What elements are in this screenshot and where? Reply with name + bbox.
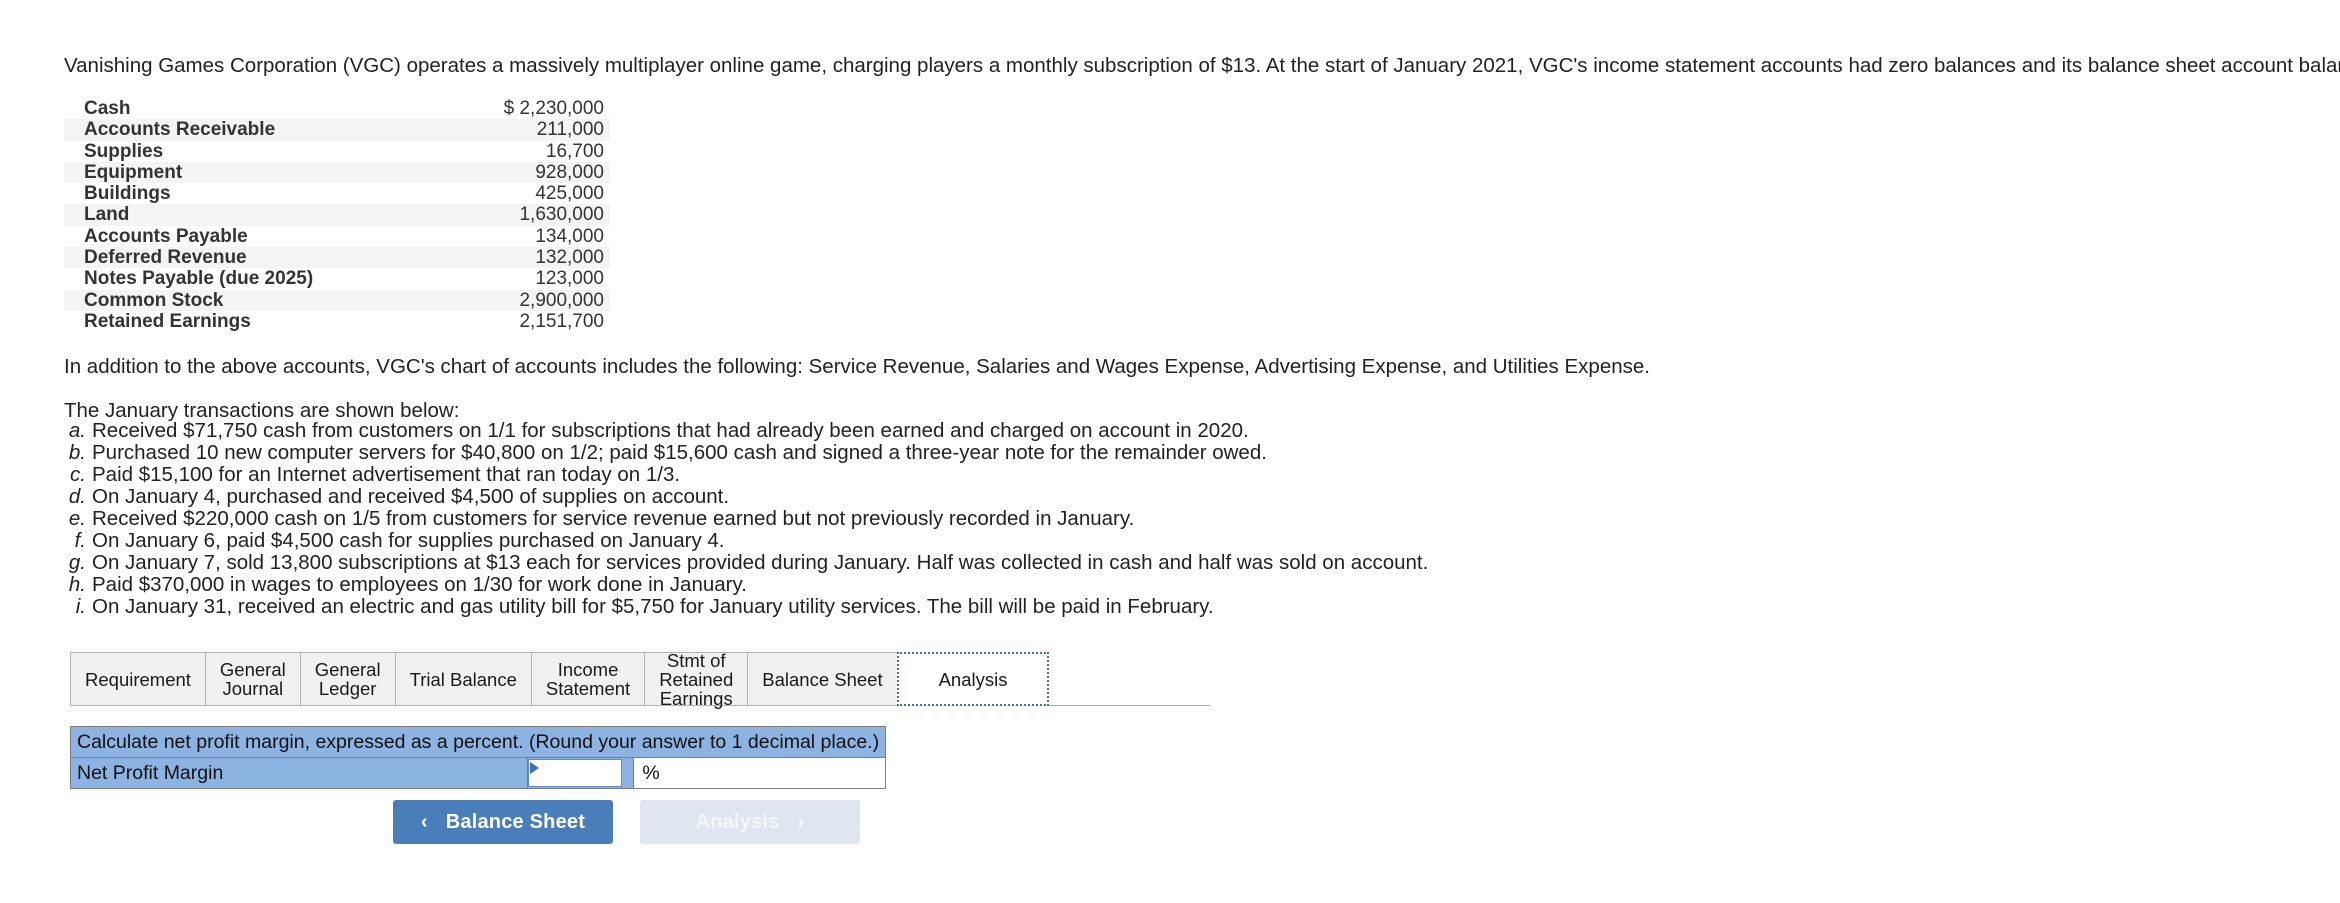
account-amount-cell: 134,000: [535, 225, 604, 247]
account-name-cell: Supplies: [84, 140, 164, 162]
transaction-text: On January 4, purchased and received $4,…: [92, 485, 730, 508]
account-name-cell: Accounts Receivable: [64, 119, 414, 141]
list-item: i. On January 31, received an electric an…: [64, 596, 1428, 618]
account-amount-cell: 2,151,700: [519, 310, 604, 332]
transaction-text: On January 31, received an electric and …: [92, 595, 1214, 618]
answer-prompt: Calculate net profit margin, expressed a…: [69, 726, 887, 758]
chevron-right-icon: ›: [797, 811, 805, 833]
prev-balance-sheet-button[interactable]: ‹ Balance Sheet: [393, 800, 613, 844]
tab-general-journal[interactable]: General Journal: [204, 652, 300, 706]
account-name-cell: Accounts Payable: [84, 225, 248, 247]
transaction-label: f.: [74, 529, 86, 552]
transaction-label: a.: [68, 419, 86, 442]
tab-income-statement[interactable]: Income Statement: [530, 652, 645, 706]
account-balances-body: Cash $ 2,230,000 Accounts Receivable 211,00…: [64, 98, 610, 332]
next-button-label: Analysis: [695, 810, 780, 833]
account-name-cell: Common Stock: [64, 289, 414, 311]
tab-stmt-of-retained-earnings[interactable]: Stmt of Retained Earnings: [644, 651, 748, 708]
account-name-cell: Land: [64, 204, 414, 226]
net-profit-margin-input-cell[interactable]: [527, 757, 635, 789]
account-name-cell: Buildings: [84, 183, 171, 205]
table-row: Cash $ 2,230,000: [64, 98, 610, 119]
transaction-label: d.: [68, 485, 86, 508]
table-row: Land 1,630,000: [64, 204, 610, 226]
net-profit-margin-label: Net Profit Margin: [69, 757, 529, 789]
transaction-text: Received $71,750 cash from customers on …: [92, 419, 1249, 442]
account-amount-cell: 2,900,000: [414, 289, 610, 311]
net-profit-margin-input[interactable]: [528, 759, 623, 787]
account-name-cell: Notes Payable (due 2025): [84, 268, 314, 290]
account-name-cell: Deferred Revenue: [64, 247, 414, 269]
list-item: d. On January 4, purchased and received $…: [64, 486, 1428, 508]
prev-button-label: Balance Sheet: [445, 810, 586, 833]
transaction-label: h.: [68, 573, 86, 596]
transaction-text: On January 6, paid $4,500 cash for suppl…: [92, 529, 725, 552]
table-row: Notes Payable (due 2025) 123,000: [64, 268, 610, 289]
percent-unit-label: %: [633, 757, 887, 789]
answer-prompt-row: Calculate net profit margin, expressed a…: [69, 726, 887, 758]
transactions-list: a. Received $71,750 cash from customers o…: [64, 420, 1428, 618]
transaction-label: g.: [68, 551, 86, 574]
list-item: g. On January 7, sold 13,800 subscription…: [64, 552, 1428, 574]
transaction-label: i.: [75, 595, 86, 618]
account-amount-cell: 928,000: [414, 161, 610, 184]
account-balances-table: Cash $ 2,230,000 Accounts Receivable 211,00…: [64, 98, 610, 332]
table-row: Common Stock 2,900,000: [64, 289, 610, 311]
account-amount-cell: 1,630,000: [414, 204, 610, 226]
navigation-buttons: ‹ Balance Sheet Analysis ›: [393, 800, 860, 844]
table-row: Equipment 928,000: [64, 161, 610, 184]
account-amount-cell: 16,700: [545, 140, 604, 162]
chart-of-accounts-paragraph: In addition to the above accounts, VGC's…: [64, 355, 1650, 378]
intro-paragraph: Vanishing Games Corporation (VGC) operat…: [64, 54, 2340, 77]
list-item: h. Paid $370,000 in wages to employees on…: [64, 574, 1428, 596]
account-name-cell: Equipment: [64, 161, 414, 184]
tab-general-ledger[interactable]: General Ledger: [299, 652, 395, 706]
transaction-label: e.: [68, 507, 86, 530]
tab-strip-filler: [1049, 652, 1210, 706]
list-item: f. On January 6, paid $4,500 cash for sup…: [64, 530, 1428, 552]
transaction-text: Purchased 10 new computer servers for $4…: [92, 441, 1267, 464]
list-item: e. Received $220,000 cash on 1/5 from cus…: [64, 508, 1428, 530]
tab-row: Requirement General Journal General Ledger…: [70, 651, 1210, 708]
table-row: Accounts Receivable 211,000: [64, 119, 610, 141]
chevron-left-icon: ‹: [420, 811, 428, 833]
account-amount-cell: 211,000: [414, 119, 610, 141]
tab-strip: Requirement General Journal General Ledger…: [70, 651, 1210, 708]
table-row: Buildings 425,000: [64, 183, 610, 204]
account-amount-cell: 123,000: [535, 268, 604, 290]
table-row: Supplies 16,700: [64, 141, 610, 162]
list-item: b. Purchased 10 new computer servers for …: [64, 442, 1428, 464]
worksheet-page: Vanishing Games Corporation (VGC) operat…: [0, 0, 2340, 903]
tab-trial-balance[interactable]: Trial Balance: [394, 652, 531, 706]
table-row: Retained Earnings 2,151,700: [64, 311, 610, 332]
list-item: c. Paid $15,100 for an Internet advertise…: [64, 464, 1428, 486]
account-name-cell: Cash: [84, 98, 131, 119]
table-row: Deferred Revenue 132,000: [64, 247, 610, 269]
account-amount-cell: 425,000: [535, 183, 604, 205]
account-amount-cell: 132,000: [414, 247, 610, 269]
account-name-cell: Retained Earnings: [84, 310, 251, 332]
transaction-text: On January 7, sold 13,800 subscriptions …: [92, 551, 1429, 574]
transaction-text: Paid $15,100 for an Internet advertiseme…: [92, 463, 681, 486]
analysis-answer-table: Calculate net profit margin, expressed a…: [69, 726, 887, 789]
next-analysis-button[interactable]: Analysis ›: [640, 800, 860, 844]
answer-input-row: Net Profit Margin %: [69, 757, 887, 789]
table-row: Accounts Payable 134,000: [64, 226, 610, 247]
tab-requirement[interactable]: Requirement: [70, 652, 205, 706]
tab-analysis[interactable]: Analysis: [896, 652, 1050, 706]
account-amount-cell: $ 2,230,000: [503, 98, 604, 119]
tab-balance-sheet[interactable]: Balance Sheet: [747, 652, 898, 706]
transaction-label: b.: [68, 441, 86, 464]
list-item: a. Received $71,750 cash from customers o…: [64, 420, 1428, 442]
transaction-label: c.: [70, 463, 86, 486]
transaction-text: Paid $370,000 in wages to employees on 1…: [92, 573, 747, 596]
transaction-text: Received $220,000 cash on 1/5 from custo…: [92, 507, 1135, 530]
